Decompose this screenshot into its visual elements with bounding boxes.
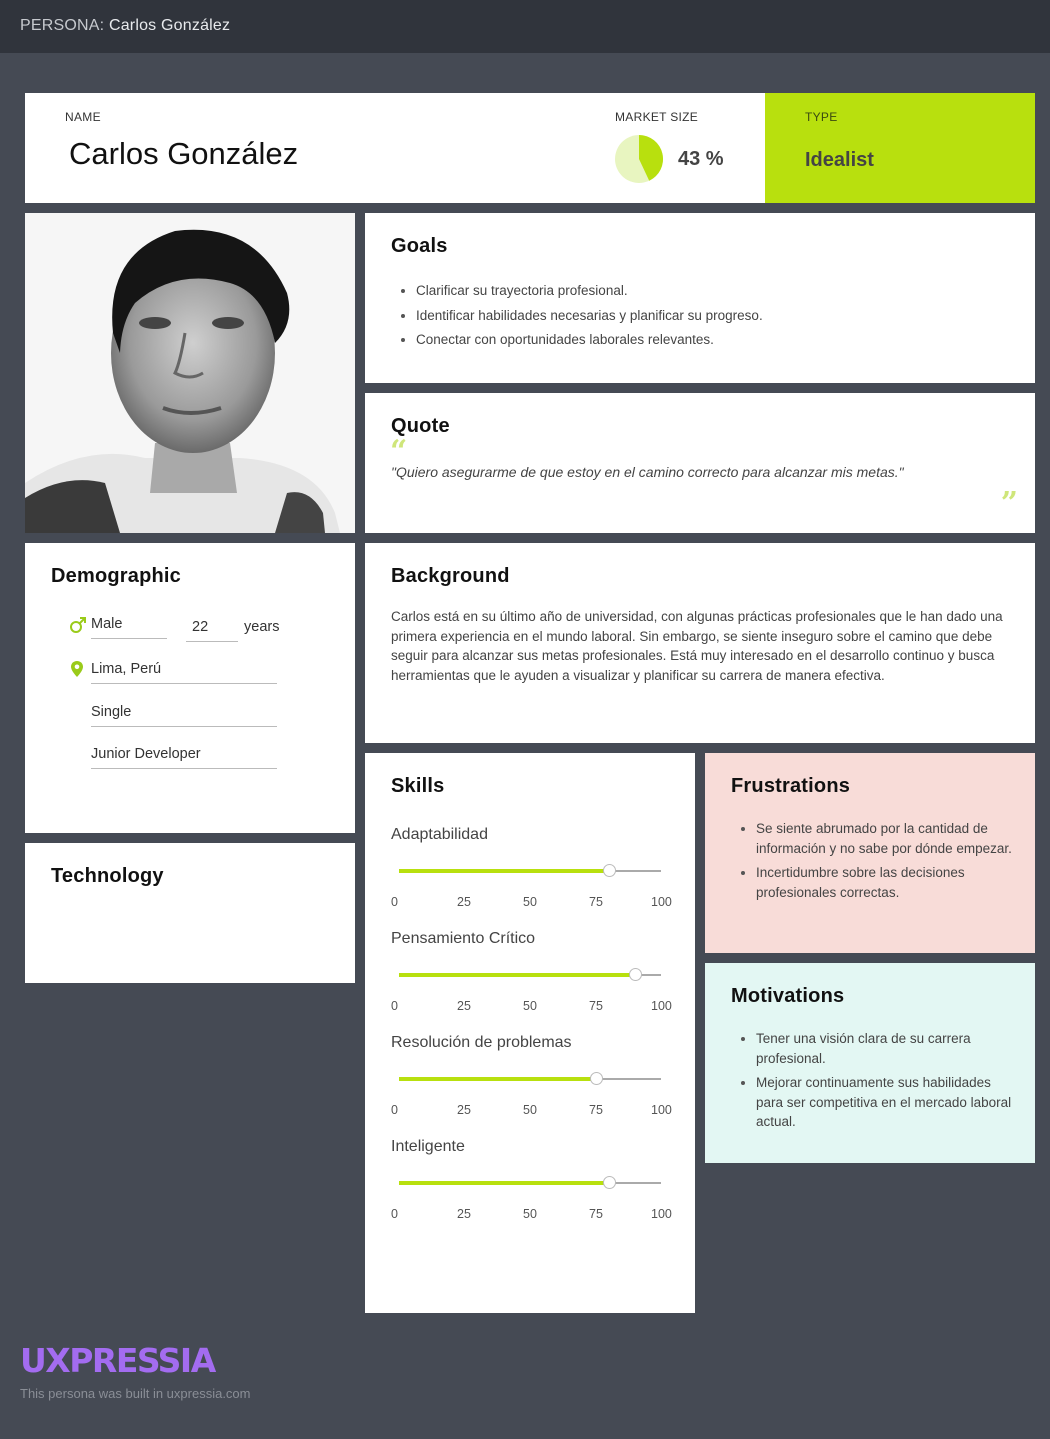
age-field[interactable]: 22 — [186, 619, 238, 642]
skill-tick-label: 0 — [391, 999, 398, 1013]
type-card: TYPE Idealist — [765, 93, 1035, 203]
skill-handle[interactable] — [602, 1176, 616, 1189]
quote-text[interactable]: "Quiero asegurarme de que estoy en el ca… — [391, 464, 904, 480]
frustration-item[interactable]: Se siente abrumado por la cantidad de in… — [756, 819, 1014, 858]
skill-slider[interactable]: Resolución de problemas 0 25 50 75 100 — [391, 1034, 673, 1134]
type-label: TYPE — [805, 110, 838, 124]
skill-name: Pensamiento Crítico — [391, 930, 536, 947]
skill-fill — [399, 869, 609, 873]
skill-handle[interactable] — [602, 864, 616, 877]
skill-fill — [399, 973, 635, 977]
persona-title-prefix: PERSONA: — [20, 17, 105, 34]
persona-photo-image — [25, 213, 355, 533]
background-card: Background Carlos está en su último año … — [365, 543, 1035, 743]
quote-card: Quote “ "Quiero asegurarme de que estoy … — [365, 393, 1035, 533]
status-field[interactable]: Single — [91, 704, 277, 727]
skill-tick-label: 50 — [523, 895, 537, 909]
demographic-card: Demographic Male 22 years Lima, Perú Sin… — [25, 543, 355, 833]
motivation-item[interactable]: Tener una visión clara de su carrera pro… — [756, 1029, 1014, 1068]
top-bar: PERSONA: Carlos González — [0, 0, 1050, 53]
skill-slider[interactable]: Inteligente 0 25 50 75 100 — [391, 1138, 673, 1238]
skill-tick-label: 50 — [523, 999, 537, 1013]
frustration-item[interactable]: Incertidumbre sobre las decisiones profe… — [756, 863, 1014, 902]
goal-item[interactable]: Conectar con oportunidades laborales rel… — [416, 328, 763, 353]
goals-card: Goals Clarificar su trayectoria profesio… — [365, 213, 1035, 383]
name-label: NAME — [65, 110, 101, 124]
open-quote-icon: “ — [390, 434, 408, 469]
skill-track[interactable] — [399, 968, 661, 981]
occupation-field[interactable]: Junior Developer — [91, 746, 277, 769]
skill-slider[interactable]: Pensamiento Crítico 0 25 50 75 100 — [391, 930, 673, 1030]
skill-tick-label: 0 — [391, 1207, 398, 1221]
uxpressia-logo[interactable]: UXPRESSIA — [20, 1341, 216, 1380]
skill-fill — [399, 1077, 596, 1081]
frustrations-card: Frustrations Se siente abrumado por la c… — [705, 753, 1035, 953]
goals-title: Goals — [391, 235, 448, 257]
skill-tick-label: 100 — [651, 895, 672, 909]
skill-tick-label: 50 — [523, 1207, 537, 1221]
skill-tick-label: 50 — [523, 1103, 537, 1117]
market-size-pie — [615, 135, 663, 183]
skill-tick-label: 25 — [457, 1207, 471, 1221]
skill-handle[interactable] — [628, 968, 642, 981]
skill-tick-label: 75 — [589, 999, 603, 1013]
header-card: NAME Carlos González MARKET SIZE 43 % — [25, 93, 765, 203]
skill-tick-label: 100 — [651, 1103, 672, 1117]
skill-name: Adaptabilidad — [391, 826, 488, 843]
type-value[interactable]: Idealist — [805, 149, 874, 172]
age-unit: years — [244, 619, 280, 635]
skill-tick-label: 25 — [457, 895, 471, 909]
skill-track[interactable] — [399, 1072, 661, 1085]
technology-card: Technology — [25, 843, 355, 983]
goal-item[interactable]: Identificar habilidades necesarias y pla… — [416, 304, 763, 329]
motivation-item[interactable]: Mejorar continuamente sus habilidades pa… — [756, 1073, 1014, 1132]
skill-ticks: 0 25 50 75 100 — [391, 895, 673, 911]
skill-name: Resolución de problemas — [391, 1034, 572, 1051]
skill-tick-label: 100 — [651, 1207, 672, 1221]
skill-ticks: 0 25 50 75 100 — [391, 999, 673, 1015]
demographic-title: Demographic — [51, 565, 182, 587]
skill-ticks: 0 25 50 75 100 — [391, 1103, 673, 1119]
technology-title: Technology — [51, 865, 164, 887]
male-icon — [70, 617, 86, 633]
motivations-card: Motivations Tener una visión clara de su… — [705, 963, 1035, 1163]
skill-tick-label: 75 — [589, 1103, 603, 1117]
market-size-value: 43 % — [678, 148, 724, 170]
skill-tick-label: 100 — [651, 999, 672, 1013]
skill-tick-label: 0 — [391, 895, 398, 909]
skills-card: Skills Adaptabilidad 0 25 50 75 100 Pensamient… — [365, 753, 695, 1313]
frustrations-title: Frustrations — [731, 775, 851, 797]
map-pin-icon — [71, 661, 83, 677]
skills-title: Skills — [391, 775, 445, 797]
frustrations-list: Se siente abrumado por la cantidad de in… — [756, 819, 1014, 907]
background-text[interactable]: Carlos está en su último año de universi… — [391, 607, 1011, 685]
skill-tick-label: 75 — [589, 1207, 603, 1221]
persona-title-name: Carlos González — [108, 17, 231, 34]
motivations-list: Tener una visión clara de su carrera pro… — [756, 1029, 1014, 1137]
goal-item[interactable]: Clarificar su trayectoria profesional. — [416, 279, 763, 304]
goals-list: Clarificar su trayectoria profesional. I… — [416, 279, 763, 353]
persona-title: PERSONA: Carlos González — [20, 17, 230, 35]
market-size-label: MARKET SIZE — [615, 110, 699, 124]
location-field[interactable]: Lima, Perú — [91, 661, 277, 684]
close-quote-icon: ” — [1000, 486, 1018, 521]
skill-tick-label: 25 — [457, 999, 471, 1013]
background-title: Background — [391, 565, 510, 587]
skill-track[interactable] — [399, 864, 661, 877]
skill-name: Inteligente — [391, 1138, 465, 1155]
skill-track[interactable] — [399, 1176, 661, 1189]
skill-tick-label: 25 — [457, 1103, 471, 1117]
gender-field[interactable]: Male — [91, 616, 167, 639]
persona-name[interactable]: Carlos González — [69, 136, 298, 172]
skill-tick-label: 75 — [589, 895, 603, 909]
footer-text[interactable]: This persona was built in uxpressia.com — [20, 1386, 251, 1401]
skill-tick-label: 0 — [391, 1103, 398, 1117]
skill-fill — [399, 1181, 609, 1185]
motivations-title: Motivations — [731, 985, 845, 1007]
skill-slider[interactable]: Adaptabilidad 0 25 50 75 100 — [391, 826, 673, 926]
skill-handle[interactable] — [589, 1072, 603, 1085]
skill-ticks: 0 25 50 75 100 — [391, 1207, 673, 1223]
persona-photo[interactable] — [25, 213, 355, 533]
